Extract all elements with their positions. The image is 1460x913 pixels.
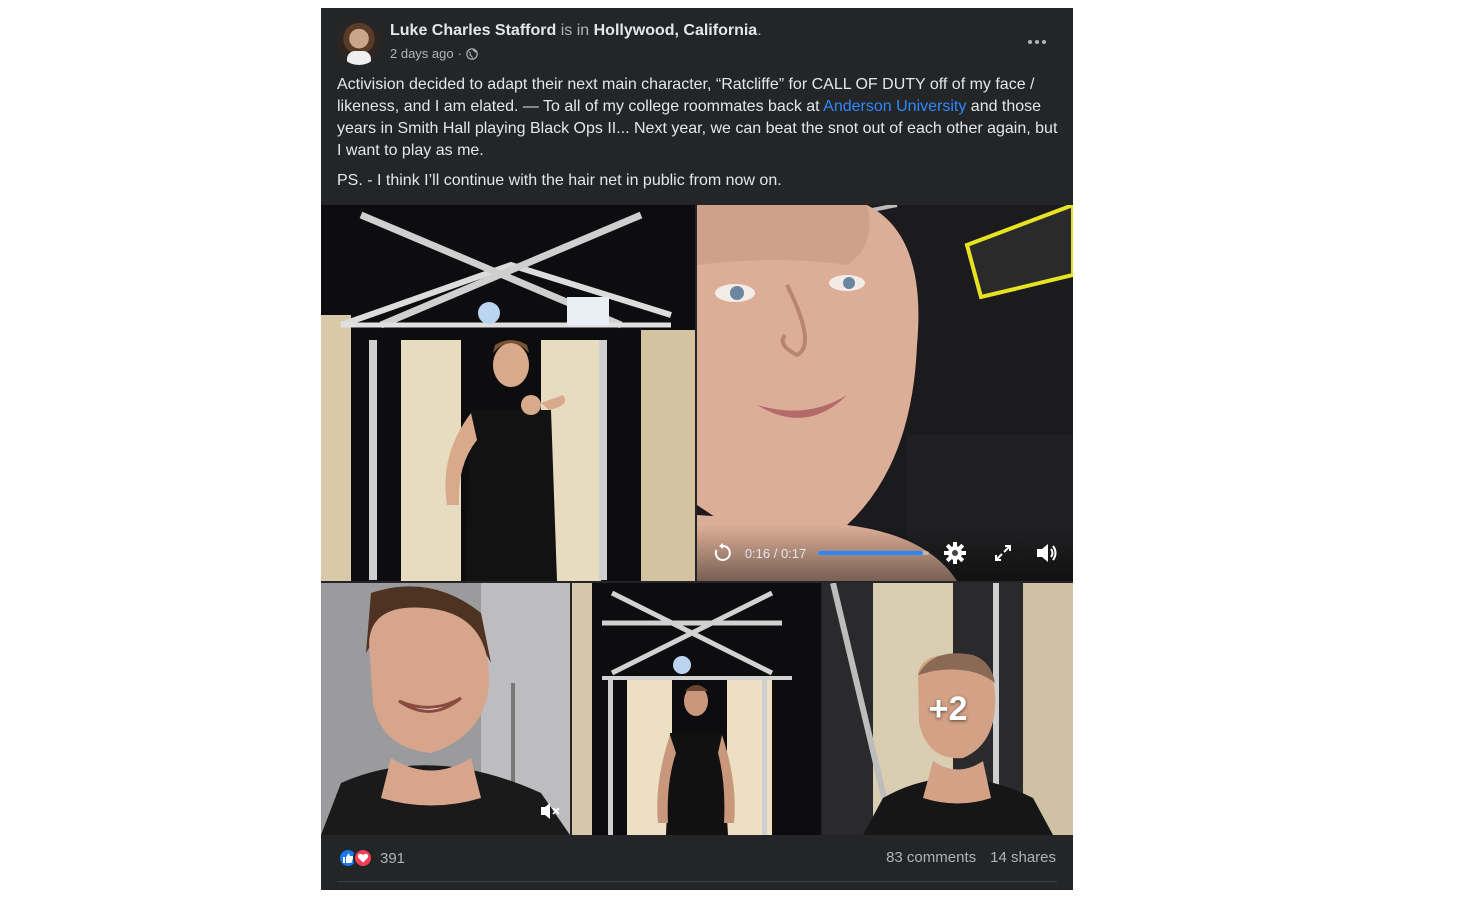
location-suffix: .	[757, 22, 762, 39]
shares-count[interactable]: 14 shares	[990, 849, 1056, 866]
meta-separator: ·	[457, 46, 462, 61]
post-footer: 391 83 comments 14 shares	[321, 835, 1073, 890]
reactions-summary[interactable]: 391	[338, 848, 405, 868]
video-time: 0:16 / 0:17	[744, 545, 807, 561]
location-link[interactable]: Hollywood, California	[594, 22, 758, 39]
more-options-button[interactable]	[1023, 32, 1051, 52]
video-face-capture[interactable]: 0:16 / 0:17	[697, 205, 1073, 581]
photo-smiling-selfie[interactable]	[321, 583, 570, 835]
video-progress-bar[interactable]	[818, 551, 930, 555]
photo-capture-rig[interactable]	[321, 205, 695, 581]
post-meta: 2 days ago ·	[390, 46, 478, 61]
video-controls: 0:16 / 0:17	[697, 525, 1073, 581]
gear-icon[interactable]	[943, 541, 967, 565]
post-paragraph-1: Activision decided to adapt their next m…	[337, 76, 1058, 159]
volume-muted-icon[interactable]	[540, 801, 560, 821]
author-name[interactable]: Luke Charles Stafford	[390, 22, 556, 39]
avatar[interactable]	[337, 21, 381, 65]
globe-icon	[466, 47, 478, 60]
post-header: Luke Charles Stafford is in Hollywood, C…	[321, 8, 1073, 78]
photo-rig-profile[interactable]	[572, 583, 821, 835]
post-text: Activision decided to adapt their next m…	[337, 74, 1059, 192]
author-connector: is in	[560, 22, 590, 39]
facebook-post: Luke Charles Stafford is in Hollywood, C…	[321, 8, 1073, 890]
photo-more[interactable]: +2	[823, 583, 1073, 835]
love-icon	[353, 848, 373, 868]
replay-icon[interactable]	[711, 541, 735, 565]
more-photos-count[interactable]: +2	[823, 583, 1073, 835]
reaction-count: 391	[380, 849, 406, 867]
timestamp[interactable]: 2 days ago	[390, 46, 454, 61]
author-line: Luke Charles Stafford is in Hollywood, C…	[390, 22, 762, 40]
comments-count[interactable]: 83 comments	[886, 849, 976, 866]
video-progress-fill	[818, 551, 923, 555]
anderson-university-link[interactable]: Anderson University	[823, 98, 966, 115]
more-horizontal-icon	[1028, 40, 1032, 44]
volume-icon[interactable]	[1035, 541, 1059, 565]
photo-grid: 0:16 / 0:17 +2	[321, 205, 1073, 835]
post-paragraph-2: PS. - I think I’ll continue with the hai…	[337, 172, 782, 189]
post-stats: 83 comments 14 shares	[886, 849, 1056, 866]
expand-icon[interactable]	[991, 541, 1015, 565]
divider	[337, 881, 1057, 882]
